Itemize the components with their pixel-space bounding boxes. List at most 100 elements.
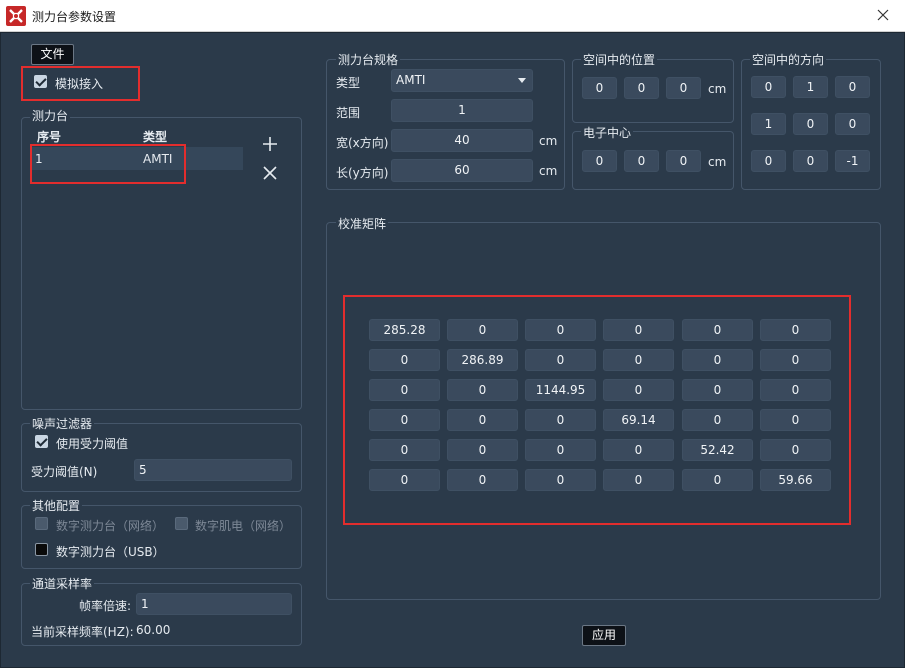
highlight-plate-row (30, 144, 186, 184)
position-x-input[interactable]: 0 (582, 77, 617, 99)
current-rate-label: 当前采样频率(HZ): (31, 625, 134, 639)
spec-width-label: 宽(x方向) (336, 136, 389, 150)
apply-button[interactable]: 应用 (582, 625, 626, 646)
threshold-input[interactable]: 5 (134, 459, 292, 481)
current-rate-value: 60.00 (136, 623, 171, 637)
orientation-r0c0[interactable]: 0 (751, 76, 786, 98)
matrix-cell-r5c1[interactable]: 0 (447, 469, 518, 491)
window-title: 测力台参数设置 (32, 10, 117, 24)
matrix-cell-r5c0[interactable]: 0 (369, 469, 440, 491)
matrix-cell-r1c2[interactable]: 0 (525, 349, 596, 371)
spec-length-label: 长(y方向) (336, 166, 389, 180)
simulate-checkbox[interactable] (34, 75, 47, 88)
app-logo-icon (6, 6, 26, 26)
spec-title: 测力台规格 (336, 53, 401, 67)
digital-usb-checkbox[interactable] (35, 543, 48, 556)
matrix-cell-r4c4[interactable]: 52.42 (682, 439, 753, 461)
digital-network-checkbox[interactable] (35, 517, 48, 530)
matrix-cell-r1c5[interactable]: 0 (760, 349, 831, 371)
matrix-cell-r0c3[interactable]: 0 (603, 319, 674, 341)
orientation-r2c2[interactable]: -1 (835, 150, 870, 172)
matrix-cell-r4c2[interactable]: 0 (525, 439, 596, 461)
digital-usb-label: 数字测力台（USB） (56, 545, 165, 559)
close-icon[interactable] (263, 166, 277, 180)
close-icon[interactable] (873, 5, 893, 25)
position-z-input[interactable]: 0 (666, 77, 701, 99)
matrix-cell-r0c2[interactable]: 0 (525, 319, 596, 341)
use-threshold-label: 使用受力阈值 (56, 437, 129, 451)
use-threshold-checkbox[interactable] (35, 435, 48, 448)
chevron-down-icon (518, 78, 526, 83)
center-z-input[interactable]: 0 (666, 150, 701, 172)
matrix-cell-r3c3[interactable]: 69.14 (603, 409, 674, 431)
spec-length-unit: cm (539, 164, 558, 178)
spec-range-input[interactable]: 1 (391, 99, 533, 122)
center-y-input[interactable]: 0 (624, 150, 659, 172)
matrix-cell-r2c3[interactable]: 0 (603, 379, 674, 401)
matrix-cell-r0c4[interactable]: 0 (682, 319, 753, 341)
matrix-cell-r0c1[interactable]: 0 (447, 319, 518, 341)
matrix-cell-r1c3[interactable]: 0 (603, 349, 674, 371)
matrix-cell-r3c1[interactable]: 0 (447, 409, 518, 431)
orientation-r2c0[interactable]: 0 (751, 150, 786, 172)
orientation-r0c2[interactable]: 0 (835, 76, 870, 98)
matrix-cell-r2c4[interactable]: 0 (682, 379, 753, 401)
matrix-cell-r5c5[interactable]: 59.66 (760, 469, 831, 491)
orientation-title: 空间中的方向 (750, 53, 827, 67)
matrix-cell-r5c4[interactable]: 0 (682, 469, 753, 491)
sampling-title: 通道采样率 (30, 577, 95, 591)
matrix-cell-r2c2[interactable]: 1144.95 (525, 379, 596, 401)
spec-range-label: 范围 (336, 106, 361, 120)
orientation-r1c2[interactable]: 0 (835, 113, 870, 135)
matrix-cell-r5c2[interactable]: 0 (525, 469, 596, 491)
plus-icon[interactable] (262, 136, 278, 152)
matrix-cell-r0c5[interactable]: 0 (760, 319, 831, 341)
spec-type-label: 类型 (336, 76, 361, 90)
matrix-cell-r1c0[interactable]: 0 (369, 349, 440, 371)
digital-emg-checkbox[interactable] (175, 517, 188, 530)
matrix-cell-r1c1[interactable]: 286.89 (447, 349, 518, 371)
simulate-label: 模拟接入 (55, 77, 104, 91)
center-title: 电子中心 (581, 126, 634, 140)
position-unit: cm (708, 82, 727, 96)
matrix-cell-r4c1[interactable]: 0 (447, 439, 518, 461)
spec-type-value: AMTI (396, 73, 426, 87)
matrix-cell-r2c0[interactable]: 0 (369, 379, 440, 401)
digital-emg-label: 数字肌电（网络） (195, 519, 292, 533)
orientation-r0c1[interactable]: 1 (793, 76, 828, 98)
spec-type-select[interactable]: AMTI (391, 69, 533, 92)
spec-length-input[interactable]: 60 (391, 159, 533, 182)
matrix-cell-r3c0[interactable]: 0 (369, 409, 440, 431)
matrix-cell-r1c4[interactable]: 0 (682, 349, 753, 371)
matrix-cell-r3c4[interactable]: 0 (682, 409, 753, 431)
calibration-title: 校准矩阵 (336, 217, 389, 231)
other-config-title: 其他配置 (30, 499, 83, 513)
matrix-cell-r3c5[interactable]: 0 (760, 409, 831, 431)
orientation-r1c0[interactable]: 1 (751, 113, 786, 135)
threshold-label: 受力阈值(N) (31, 465, 98, 479)
center-unit: cm (708, 155, 727, 169)
rate-multiplier-input[interactable]: 1 (136, 593, 292, 615)
plates-header-type: 类型 (143, 130, 168, 144)
matrix-cell-r4c3[interactable]: 0 (603, 439, 674, 461)
center-x-input[interactable]: 0 (582, 150, 617, 172)
matrix-cell-r3c2[interactable]: 0 (525, 409, 596, 431)
matrix-cell-r2c5[interactable]: 0 (760, 379, 831, 401)
position-y-input[interactable]: 0 (624, 77, 659, 99)
title-bar: 测力台参数设置 (0, 0, 905, 32)
digital-network-label: 数字测力台（网络） (56, 519, 165, 533)
orientation-r1c1[interactable]: 0 (793, 113, 828, 135)
orientation-r2c1[interactable]: 0 (793, 150, 828, 172)
plates-group-title: 测力台 (30, 109, 71, 123)
spec-width-input[interactable]: 40 (391, 129, 533, 152)
matrix-cell-r5c3[interactable]: 0 (603, 469, 674, 491)
noise-filter-group (21, 423, 302, 492)
file-menu-button[interactable]: 文件 (31, 44, 74, 65)
matrix-cell-r2c1[interactable]: 0 (447, 379, 518, 401)
position-title: 空间中的位置 (581, 53, 658, 67)
matrix-cell-r4c5[interactable]: 0 (760, 439, 831, 461)
matrix-cell-r4c0[interactable]: 0 (369, 439, 440, 461)
plates-header-index: 序号 (37, 130, 62, 144)
noise-filter-title: 噪声过滤器 (30, 417, 95, 431)
matrix-cell-r0c0[interactable]: 285.28 (369, 319, 440, 341)
